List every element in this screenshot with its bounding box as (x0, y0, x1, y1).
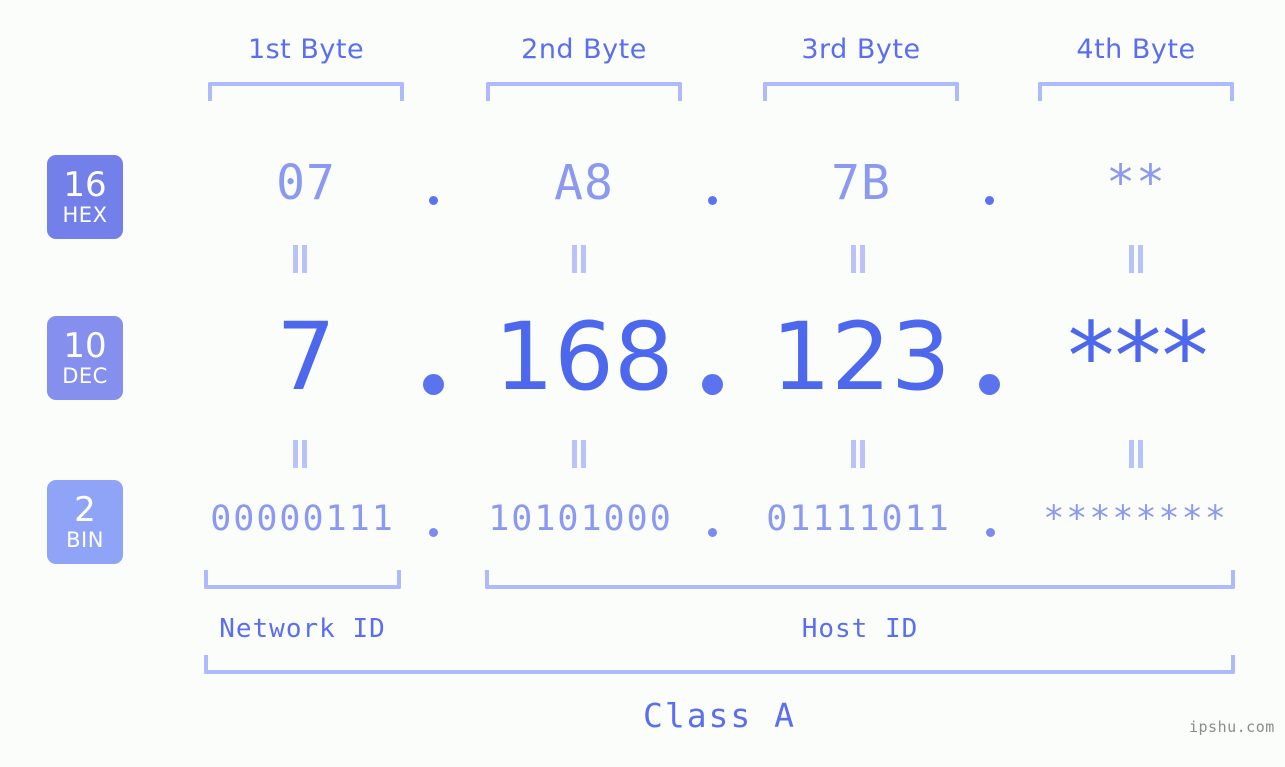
base-badge-dec-abbr: DEC (62, 364, 108, 388)
dec-byte-3: 123 (771, 303, 951, 412)
bin-byte-4: ******** (1043, 499, 1228, 539)
dec-separator-dot-1 (423, 374, 444, 395)
base-badge-hex: 16 HEX (47, 155, 123, 239)
dec-separator-dot-3 (979, 374, 1000, 395)
byte-bracket-4 (1038, 82, 1234, 101)
network-id-label: Network ID (219, 614, 386, 644)
hex-separator-dot-3 (985, 196, 994, 205)
class-bracket (204, 655, 1235, 674)
byte-header-label-3: 3rd Byte (801, 34, 921, 65)
dec-separator-dot-2 (702, 374, 723, 395)
byte-header-label-2: 2nd Byte (521, 34, 647, 65)
base-badge-hex-abbr: HEX (62, 203, 108, 227)
bin-separator-dot-1 (429, 528, 438, 537)
byte-bracket-3 (763, 82, 959, 101)
bin-byte-1: 00000111 (210, 499, 395, 539)
base-badge-bin-number: 2 (74, 490, 96, 530)
class-label: Class A (642, 696, 797, 735)
equals-icon-dec-bin-3 (850, 440, 866, 468)
base-badge-bin-abbr: BIN (66, 528, 104, 552)
base-badge-bin: 2 BIN (47, 480, 123, 564)
equals-icon-dec-bin-4 (1128, 440, 1144, 468)
dec-byte-1: 7 (276, 303, 336, 412)
equals-icon-hex-dec-3 (850, 245, 866, 273)
hex-separator-dot-2 (708, 196, 717, 205)
base-badge-dec-number: 10 (63, 326, 107, 366)
equals-icon-dec-bin-1 (292, 440, 308, 468)
bin-separator-dot-2 (708, 528, 717, 537)
watermark: ipshu.com (1189, 718, 1275, 736)
byte-header-label-1: 1st Byte (247, 34, 365, 65)
network-id-bracket (204, 570, 401, 589)
hex-byte-4: ** (1106, 155, 1166, 211)
hex-byte-3: 7B (831, 155, 891, 211)
byte-bracket-2 (486, 82, 682, 101)
equals-icon-hex-dec-2 (571, 245, 587, 273)
ip-address-breakdown-diagram: 1st Byte 2nd Byte 3rd Byte 4th Byte 16 H… (0, 0, 1285, 767)
dec-byte-2: 168 (494, 303, 674, 412)
bin-separator-dot-3 (986, 528, 995, 537)
hex-separator-dot-1 (429, 196, 438, 205)
equals-icon-hex-dec-1 (292, 245, 308, 273)
equals-icon-hex-dec-4 (1128, 245, 1144, 273)
host-id-label: Host ID (801, 614, 919, 644)
bin-byte-3: 01111011 (766, 499, 951, 539)
byte-header-label-4: 4th Byte (1076, 34, 1196, 65)
dec-byte-4: *** (1067, 303, 1209, 412)
hex-byte-1: 07 (276, 155, 336, 211)
host-id-bracket (485, 570, 1235, 589)
base-badge-hex-number: 16 (63, 165, 107, 205)
bin-byte-2: 10101000 (488, 499, 673, 539)
base-badge-dec: 10 DEC (47, 316, 123, 400)
equals-icon-dec-bin-2 (571, 440, 587, 468)
byte-bracket-1 (208, 82, 404, 101)
hex-byte-2: A8 (554, 155, 614, 211)
